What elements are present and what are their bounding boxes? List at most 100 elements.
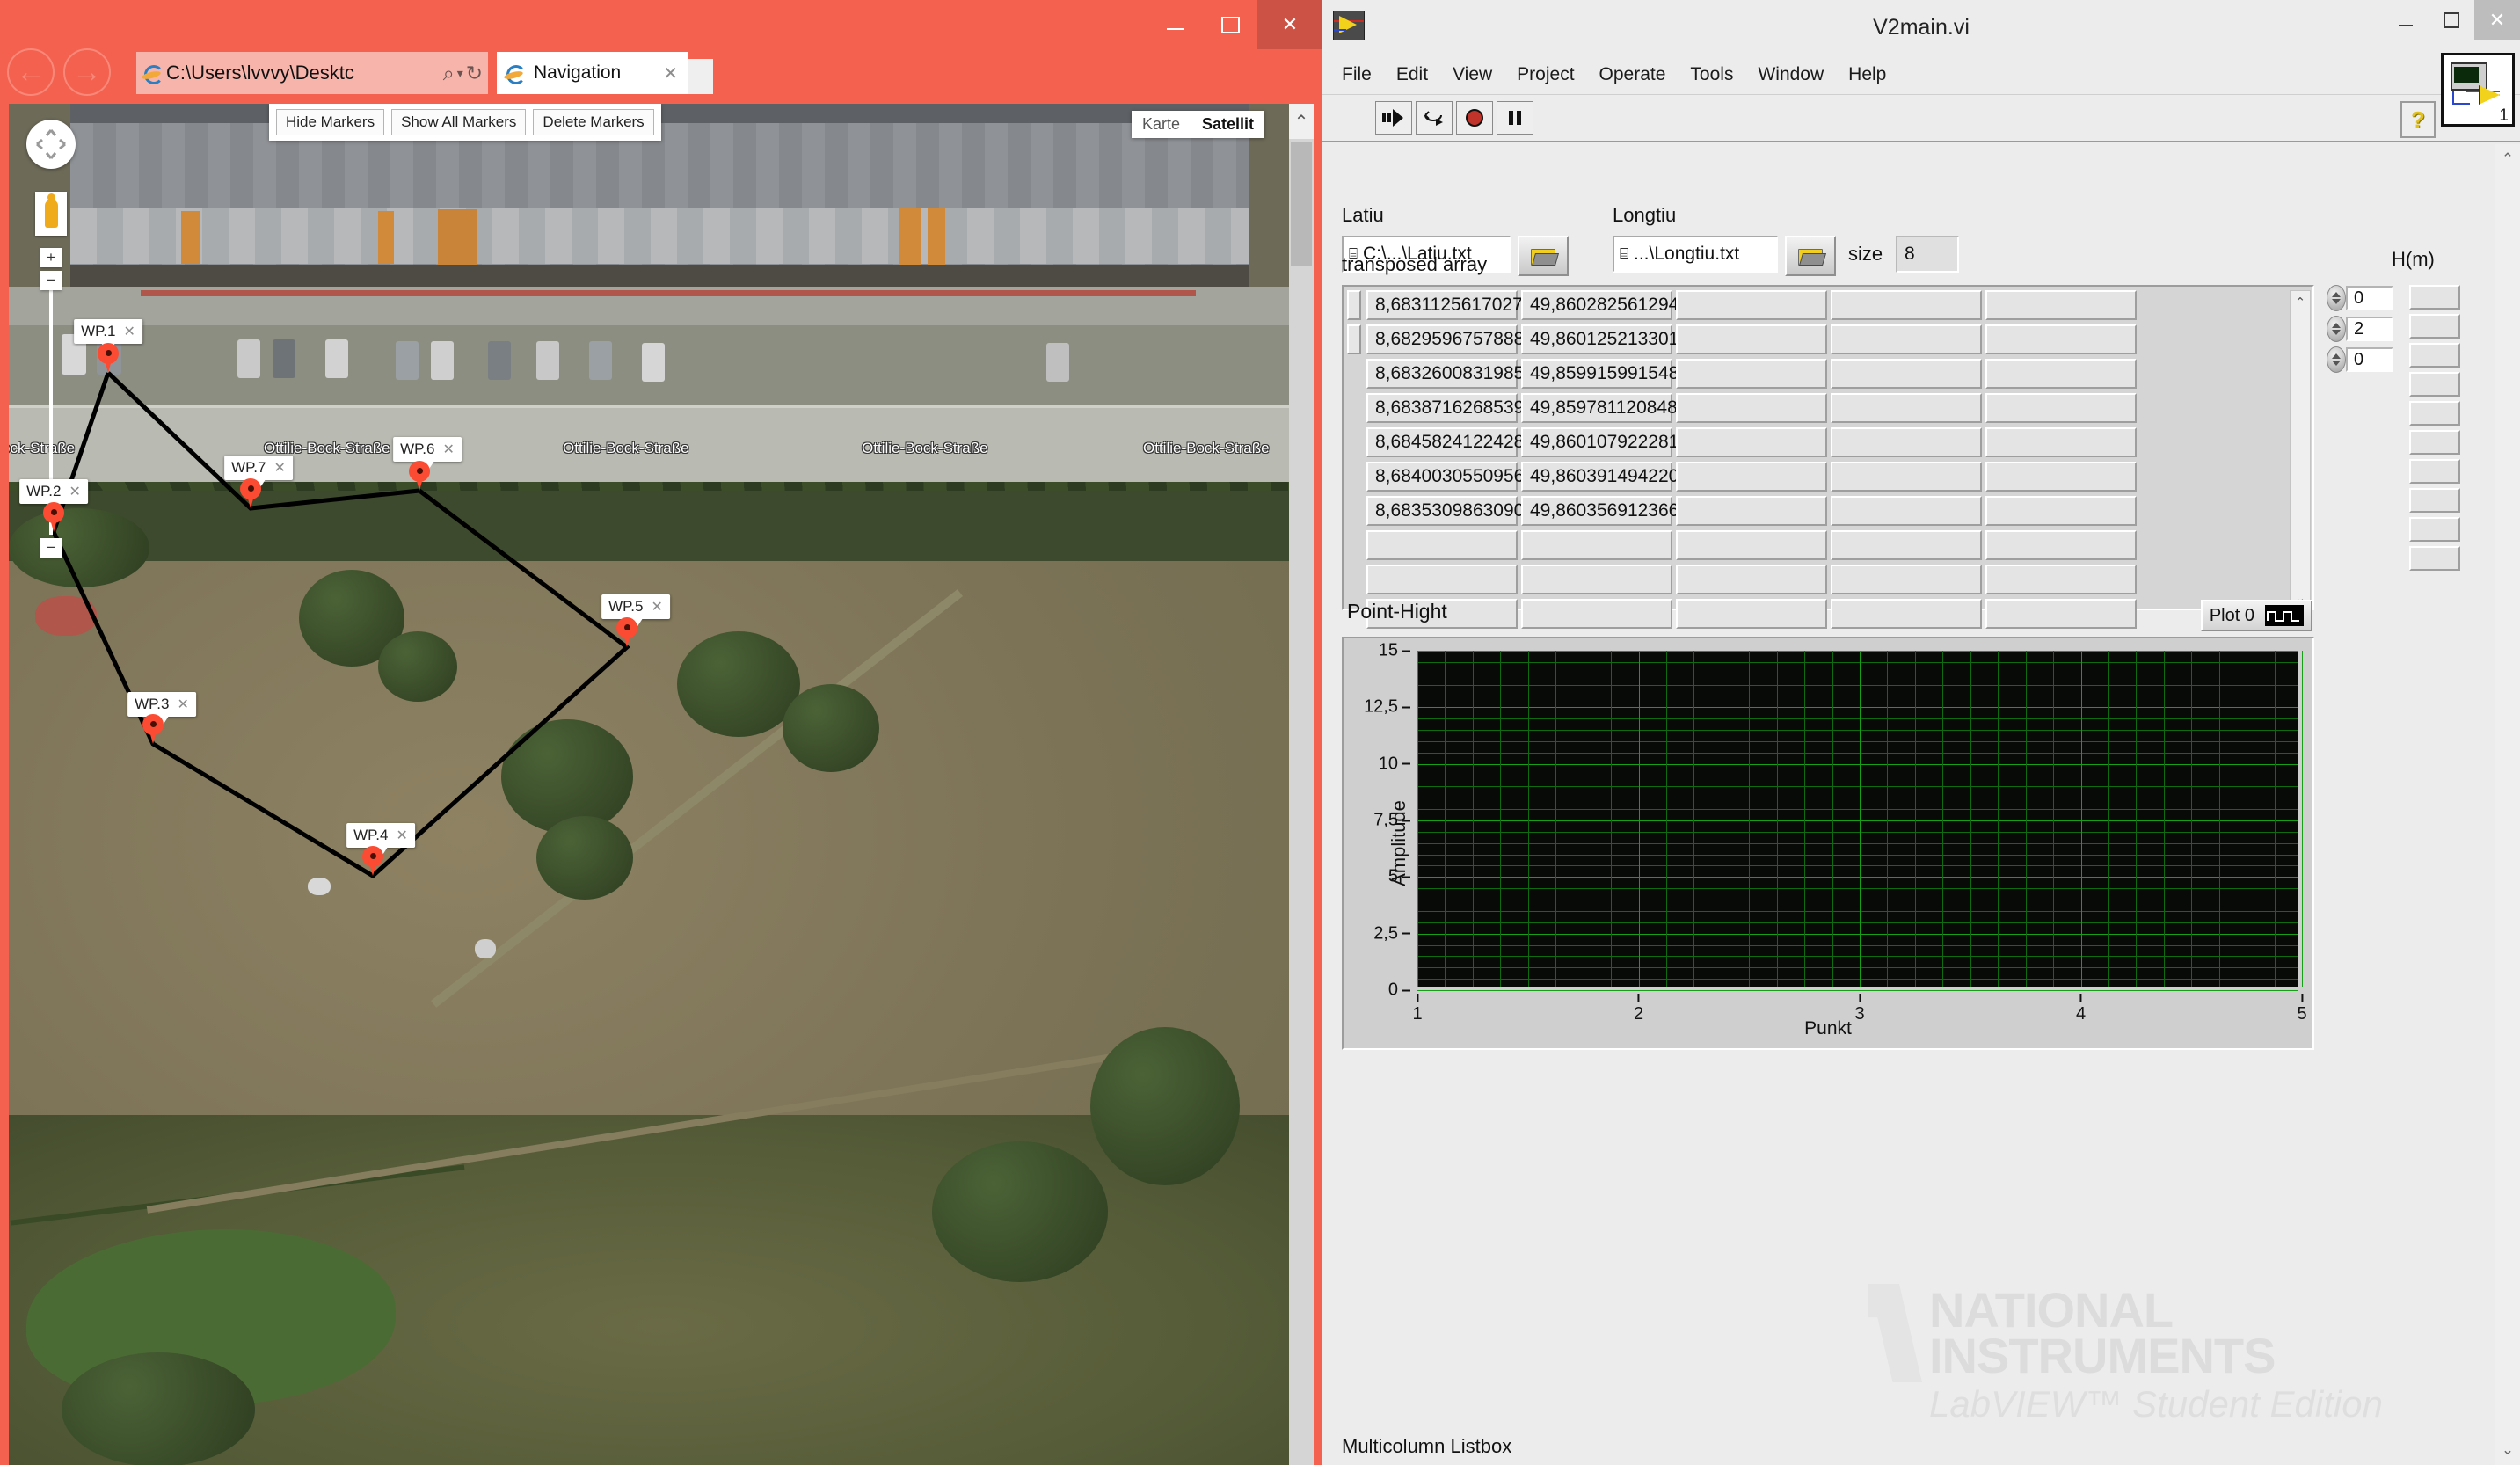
- zoom-out-button[interactable]: −: [40, 538, 62, 558]
- waypoint-bubble[interactable]: WP.6 ✕: [393, 437, 462, 471]
- array-cell[interactable]: 8,68326008319855: [1366, 359, 1534, 389]
- waypoint-bubble[interactable]: WP.2 ✕: [19, 479, 88, 514]
- new-tab-button[interactable]: [688, 59, 713, 94]
- address-input[interactable]: C:\Users\lvvvy\Desktc: [166, 62, 441, 84]
- array-vertical-scrollbar[interactable]: ⌃ ⌄: [2290, 290, 2311, 610]
- waypoint-bubble[interactable]: WP.1 ✕: [74, 319, 142, 353]
- menu-operate[interactable]: Operate: [1599, 64, 1666, 85]
- array-cell[interactable]: [1676, 290, 1827, 320]
- waypoint-pin-icon[interactable]: [142, 714, 164, 744]
- h-indicator-box[interactable]: [2409, 488, 2460, 513]
- menu-tools[interactable]: Tools: [1690, 64, 1733, 85]
- array-cell[interactable]: 49,8601079222814: [1521, 427, 1689, 457]
- waypoint-close-icon[interactable]: ✕: [396, 827, 407, 844]
- array-cell[interactable]: 49,8602825612946: [1521, 290, 1689, 320]
- array-cell[interactable]: [1985, 324, 2137, 354]
- waypoint-close-icon[interactable]: ✕: [123, 323, 135, 340]
- array-cell[interactable]: [1676, 359, 1827, 389]
- chevron-down-icon[interactable]: ▾: [457, 66, 463, 81]
- search-icon[interactable]: ⌕: [443, 62, 455, 85]
- pause-icon[interactable]: [1497, 101, 1533, 135]
- stepper-icon[interactable]: [2327, 316, 2346, 342]
- h-indicator-box[interactable]: [2409, 372, 2460, 397]
- array-cell[interactable]: 49,8597811208481: [1521, 393, 1687, 423]
- h-value-field[interactable]: 0: [2346, 286, 2393, 310]
- delete-markers-button[interactable]: Delete Markers: [533, 109, 654, 135]
- scrollbar-thumb[interactable]: [1291, 142, 1312, 266]
- waypoint-bubble[interactable]: WP.5 ✕: [601, 594, 670, 629]
- transposed-array-control[interactable]: 8,68311256170273 49,8602825612946 8,682959…: [1342, 285, 2314, 629]
- array-cell[interactable]: [1521, 599, 1672, 629]
- map-viewport[interactable]: Ottilie-Bock-Straße Ottilie-Bock-Straße …: [9, 104, 1314, 1465]
- pan-control[interactable]: [26, 120, 76, 169]
- array-cell[interactable]: 8,68400305509567: [1366, 462, 1534, 492]
- array-cell[interactable]: [1366, 565, 1518, 594]
- array-cell[interactable]: 8,68311256170273: [1366, 290, 1533, 320]
- array-cell[interactable]: [1831, 565, 1982, 594]
- ie-maximize-button[interactable]: [1203, 0, 1257, 49]
- street-view-pegman-icon[interactable]: [35, 192, 67, 236]
- run-icon[interactable]: [1375, 101, 1412, 135]
- array-cell[interactable]: [1985, 530, 2137, 560]
- waypoint-close-icon[interactable]: ✕: [69, 483, 80, 500]
- point-hight-graph[interactable]: Point-Hight Plot 0 Amplitude 15 12,5 10 7,5…: [1342, 600, 2314, 1050]
- array-cell[interactable]: [1985, 393, 2137, 423]
- back-button[interactable]: ←: [7, 48, 55, 96]
- array-cell[interactable]: [1676, 599, 1827, 629]
- array-cell[interactable]: [1521, 565, 1672, 594]
- array-cell[interactable]: [1676, 393, 1827, 423]
- labview-minimize-button[interactable]: [2383, 0, 2429, 40]
- h-indicator-box[interactable]: [2409, 343, 2460, 368]
- array-cell[interactable]: [1366, 530, 1518, 560]
- array-cell[interactable]: 8,68295967578888: [1366, 324, 1534, 354]
- longtiu-path-value[interactable]: ...\Longtiu.txt: [1634, 244, 1739, 265]
- scroll-up-icon[interactable]: ⌃: [1289, 104, 1314, 139]
- tab-close-icon[interactable]: ✕: [659, 62, 681, 84]
- map-vertical-scrollbar[interactable]: ⌃: [1289, 104, 1314, 1465]
- array-cell[interactable]: 8,68387162685394: [1366, 393, 1534, 423]
- array-cell[interactable]: [1676, 530, 1827, 560]
- array-index-col[interactable]: [1347, 324, 1361, 354]
- labview-vertical-scrollbar[interactable]: ⌃ ⌄: [2495, 144, 2520, 1465]
- latiu-browse-button[interactable]: [1518, 236, 1569, 276]
- menu-window[interactable]: Window: [1758, 64, 1824, 85]
- waypoint-close-icon[interactable]: ✕: [273, 459, 285, 477]
- stepper-icon[interactable]: [2327, 346, 2346, 373]
- array-cell[interactable]: [1831, 393, 1982, 423]
- ie-close-button[interactable]: ✕: [1257, 0, 1322, 49]
- array-cell[interactable]: [1831, 324, 1982, 354]
- array-cell[interactable]: 8,68458241224289: [1366, 427, 1534, 457]
- waypoint-pin-icon[interactable]: [240, 478, 261, 508]
- menu-file[interactable]: File: [1342, 64, 1372, 85]
- map-type-satellit[interactable]: Satellit: [1190, 111, 1264, 138]
- plot-legend[interactable]: Plot 0: [2200, 600, 2312, 631]
- waypoint-bubble[interactable]: WP.3 ✕: [127, 692, 196, 726]
- array-cell[interactable]: [1985, 565, 2137, 594]
- array-cell[interactable]: [1676, 324, 1827, 354]
- address-bar[interactable]: C:\Users\lvvvy\Desktc ⌕ ▾ ↻: [136, 52, 488, 94]
- h-indicator-box[interactable]: [2409, 546, 2460, 571]
- hide-markers-button[interactable]: Hide Markers: [276, 109, 385, 135]
- array-cell[interactable]: [1831, 530, 1982, 560]
- stepper-icon[interactable]: [2327, 285, 2346, 311]
- h-indicator-box[interactable]: [2409, 459, 2460, 484]
- array-cell[interactable]: 49,8603914942207: [1521, 462, 1689, 492]
- context-help-icon[interactable]: ?: [2400, 101, 2436, 138]
- array-cell[interactable]: [1985, 462, 2137, 492]
- menu-help[interactable]: Help: [1848, 64, 1886, 85]
- menu-view[interactable]: View: [1453, 64, 1492, 85]
- waypoint-pin-icon[interactable]: [409, 461, 430, 491]
- array-cell[interactable]: [1831, 290, 1982, 320]
- array-cell[interactable]: 49,8599159915488: [1521, 359, 1689, 389]
- waypoint-pin-icon[interactable]: [98, 343, 119, 373]
- array-cell[interactable]: [1831, 599, 1982, 629]
- array-cell[interactable]: [1676, 565, 1827, 594]
- h-value-field[interactable]: 0: [2346, 347, 2393, 372]
- array-cell[interactable]: [1676, 496, 1827, 526]
- array-cell[interactable]: [1831, 359, 1982, 389]
- h-indicator-box[interactable]: [2409, 517, 2460, 542]
- scroll-up-icon[interactable]: ⌃: [2495, 144, 2520, 174]
- waypoint-pin-icon[interactable]: [616, 617, 637, 647]
- menu-edit[interactable]: Edit: [1396, 64, 1428, 85]
- h-value-field[interactable]: 2: [2346, 317, 2393, 341]
